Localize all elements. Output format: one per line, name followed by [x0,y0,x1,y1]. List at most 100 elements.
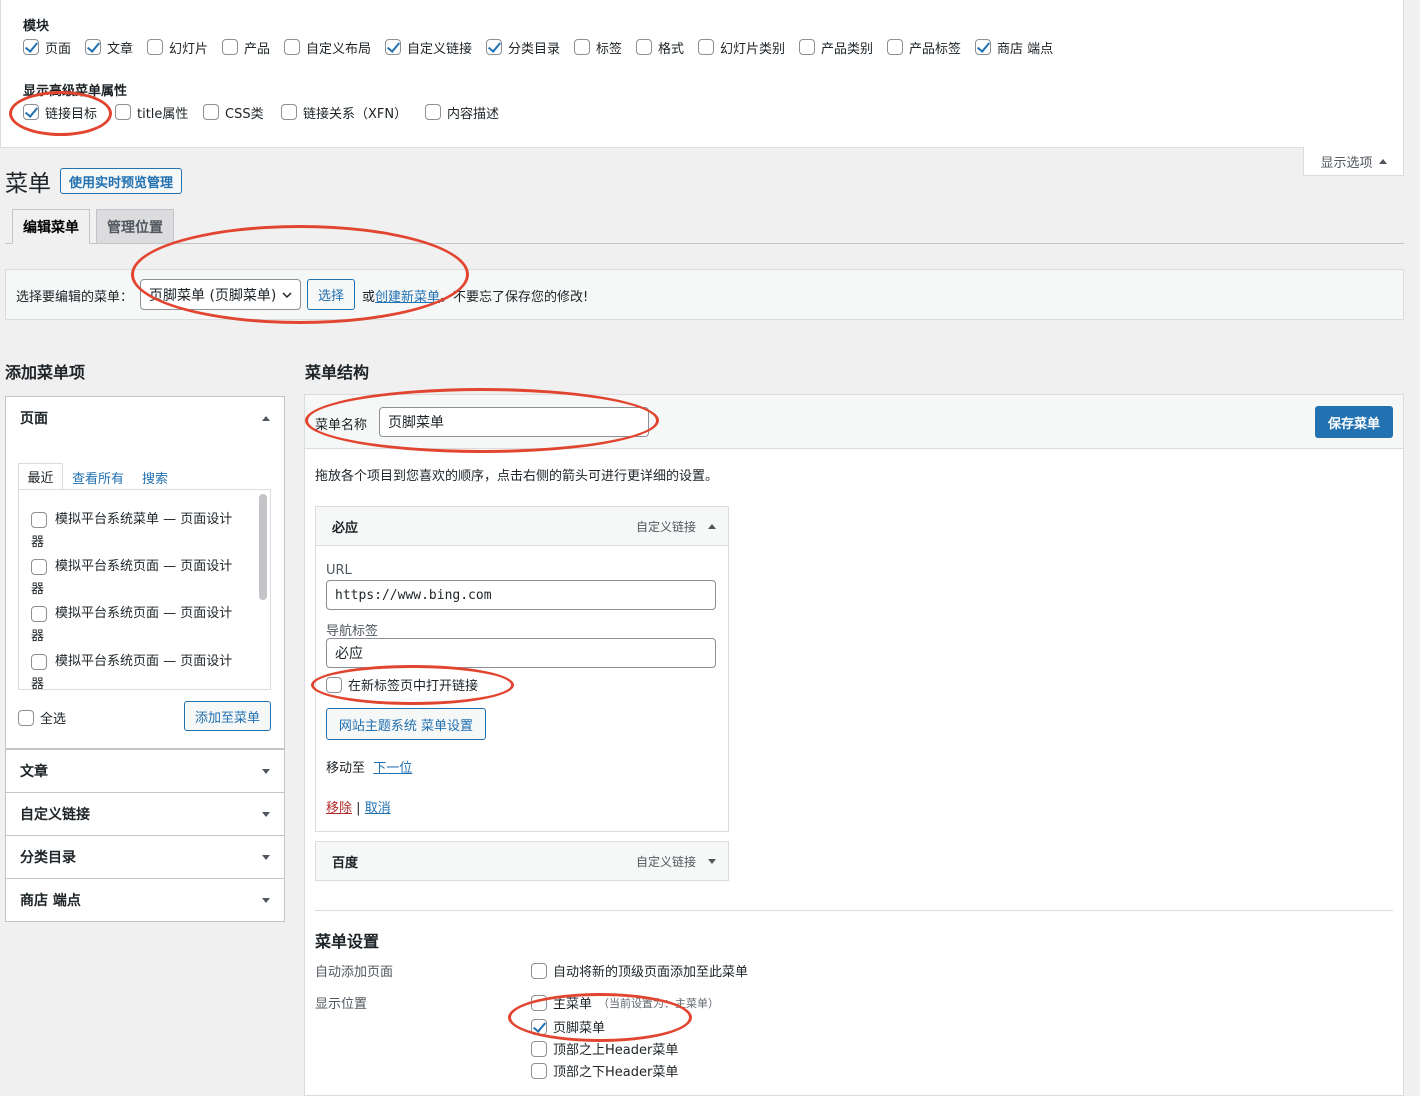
move-down-link[interactable]: 下一位 [373,761,412,776]
caret-down-icon [262,897,270,903]
checkbox[interactable] [284,39,300,55]
select-all-checkbox[interactable]: 全选 [18,708,66,727]
location-label: 页脚菜单 [553,1021,606,1036]
subtab-search[interactable]: 搜索 [142,468,168,487]
checkbox[interactable] [531,1018,547,1035]
checkbox[interactable] [31,558,47,575]
module-option-slide-categories[interactable]: 幻灯片类别 [698,38,785,57]
checkbox[interactable] [799,39,815,55]
checkbox[interactable] [18,709,34,726]
caret-up-icon [1378,158,1387,164]
url-input[interactable]: https://www.bing.com [326,580,716,610]
accordion-categories[interactable]: 分类目录 [5,835,285,879]
screen-options-toggle[interactable]: 显示选项 [1303,147,1404,176]
auto-add-checkbox[interactable]: 自动将新的顶级页面添加至此菜单 [531,961,748,980]
checkbox[interactable] [385,39,401,55]
checkbox[interactable] [203,104,219,120]
checkbox[interactable] [222,39,238,55]
theme-menu-settings-button[interactable]: 网站主题系统 菜单设置 [326,708,486,740]
menu-select-dropdown[interactable]: 页脚菜单 (页脚菜单) [140,279,301,310]
checkbox[interactable] [31,605,47,622]
module-option-slides[interactable]: 幻灯片 [147,38,208,57]
checkbox[interactable] [574,39,590,55]
accordion-custom-links[interactable]: 自定义链接 [5,792,285,836]
checkbox[interactable] [531,1040,547,1057]
subtab-view-all[interactable]: 查看所有 [72,468,124,487]
advanced-option-link-target[interactable]: 链接目标 [23,103,97,122]
menu-item-bar[interactable]: 必应 自定义链接 [315,506,729,546]
checkbox[interactable] [326,676,342,693]
menu-name-input[interactable]: 页脚菜单 [379,407,649,437]
advanced-heading: 显示高级菜单属性 [23,84,128,99]
checkbox[interactable] [636,39,652,55]
accordion-pages-header[interactable]: 页面 [6,397,284,439]
caret-down-icon[interactable] [708,858,716,864]
checkbox[interactable] [486,39,502,55]
select-menu-label: 选择要编辑的菜单： [16,290,134,305]
checkbox[interactable] [115,104,131,120]
checkbox[interactable] [23,39,39,55]
checkbox[interactable] [531,994,547,1011]
advanced-option-xfn[interactable]: 链接关系（XFN） [281,103,407,122]
page-title-wrap: 器 [31,535,45,550]
remove-link[interactable]: 移除 [326,801,352,816]
select-menu-button[interactable]: 选择 [307,279,355,310]
checkbox[interactable] [31,511,47,528]
module-option-custom-layout[interactable]: 自定义布局 [284,38,371,57]
accordion-title: 页面 [20,411,48,427]
open-new-tab-checkbox[interactable]: 在新标签页中打开链接 [326,675,478,694]
checkbox[interactable] [85,39,101,55]
menu-name-label: 菜单名称 [315,418,368,433]
module-option-custom-links[interactable]: 自定义链接 [385,38,472,57]
module-option-posts[interactable]: 文章 [85,38,133,57]
tab-edit-menus[interactable]: 编辑菜单 [12,209,90,244]
location-header-bottom[interactable]: 顶部之下Header菜单 [531,1061,678,1080]
location-primary[interactable]: 主菜单 （当前设置为：主菜单） [531,993,719,1012]
list-item[interactable]: 模拟平台系统页面 — 页面设计 器 [31,602,241,648]
module-option-pages[interactable]: 页面 [23,38,71,57]
cancel-link[interactable]: 取消 [365,801,391,816]
checkbox[interactable] [23,104,39,120]
list-item[interactable]: 模拟平台系统页面 — 页面设计 器 [31,555,241,601]
checkbox[interactable] [281,104,297,120]
advanced-option-title-attribute[interactable]: title属性 [115,103,188,122]
menu-item-bar[interactable]: 百度 自定义链接 [315,841,729,881]
checkbox[interactable] [531,962,547,979]
checkbox[interactable] [975,39,991,55]
accordion-shop-endpoints[interactable]: 商店 端点 [5,878,285,922]
move-row: 移动至 下一位 [326,757,412,776]
module-option-tags[interactable]: 标签 [574,38,622,57]
scrollbar-thumb[interactable] [259,494,267,600]
checkbox[interactable] [698,39,714,55]
module-option-product-categories[interactable]: 产品类别 [799,38,873,57]
checkbox[interactable] [147,39,163,55]
module-option-product-tags[interactable]: 产品标签 [887,38,961,57]
add-to-menu-button[interactable]: 添加至菜单 [184,701,271,731]
subtab-recent[interactable]: 最近 [18,463,63,490]
checkbox[interactable] [531,1062,547,1079]
menu-select-value: 页脚菜单 (页脚菜单) [149,287,277,304]
list-item[interactable]: 模拟平台系统菜单 — 页面设计 器 [31,508,241,554]
checkbox[interactable] [425,104,441,120]
tab-manage-locations[interactable]: 管理位置 [96,209,174,244]
module-option-products[interactable]: 产品 [222,38,270,57]
reminder-text: 。不要忘了保存您的修改! [440,290,589,305]
checkbox[interactable] [31,653,47,670]
nav-label-input[interactable]: 必应 [326,638,716,668]
caret-up-icon[interactable] [708,523,716,529]
advanced-option-css-classes[interactable]: CSS类 [203,103,264,122]
url-label: URL [326,563,352,578]
advanced-option-description[interactable]: 内容描述 [425,103,499,122]
chevron-down-icon [282,291,292,298]
save-menu-button[interactable]: 保存菜单 [1315,406,1393,438]
accordion-posts[interactable]: 文章 [5,749,285,793]
module-option-shop-endpoints[interactable]: 商店 端点 [975,38,1053,57]
location-footer[interactable]: 页脚菜单 [531,1017,605,1036]
module-option-categories[interactable]: 分类目录 [486,38,560,57]
checkbox[interactable] [887,39,903,55]
list-item[interactable]: 模拟平台系统页面 — 页面设计 器 [31,650,241,696]
module-option-formats[interactable]: 格式 [636,38,684,57]
create-new-menu-link[interactable]: 创建新菜单 [375,290,440,305]
live-preview-button[interactable]: 使用实时预览管理 [60,168,183,194]
location-header-top[interactable]: 顶部之上Header菜单 [531,1039,678,1058]
